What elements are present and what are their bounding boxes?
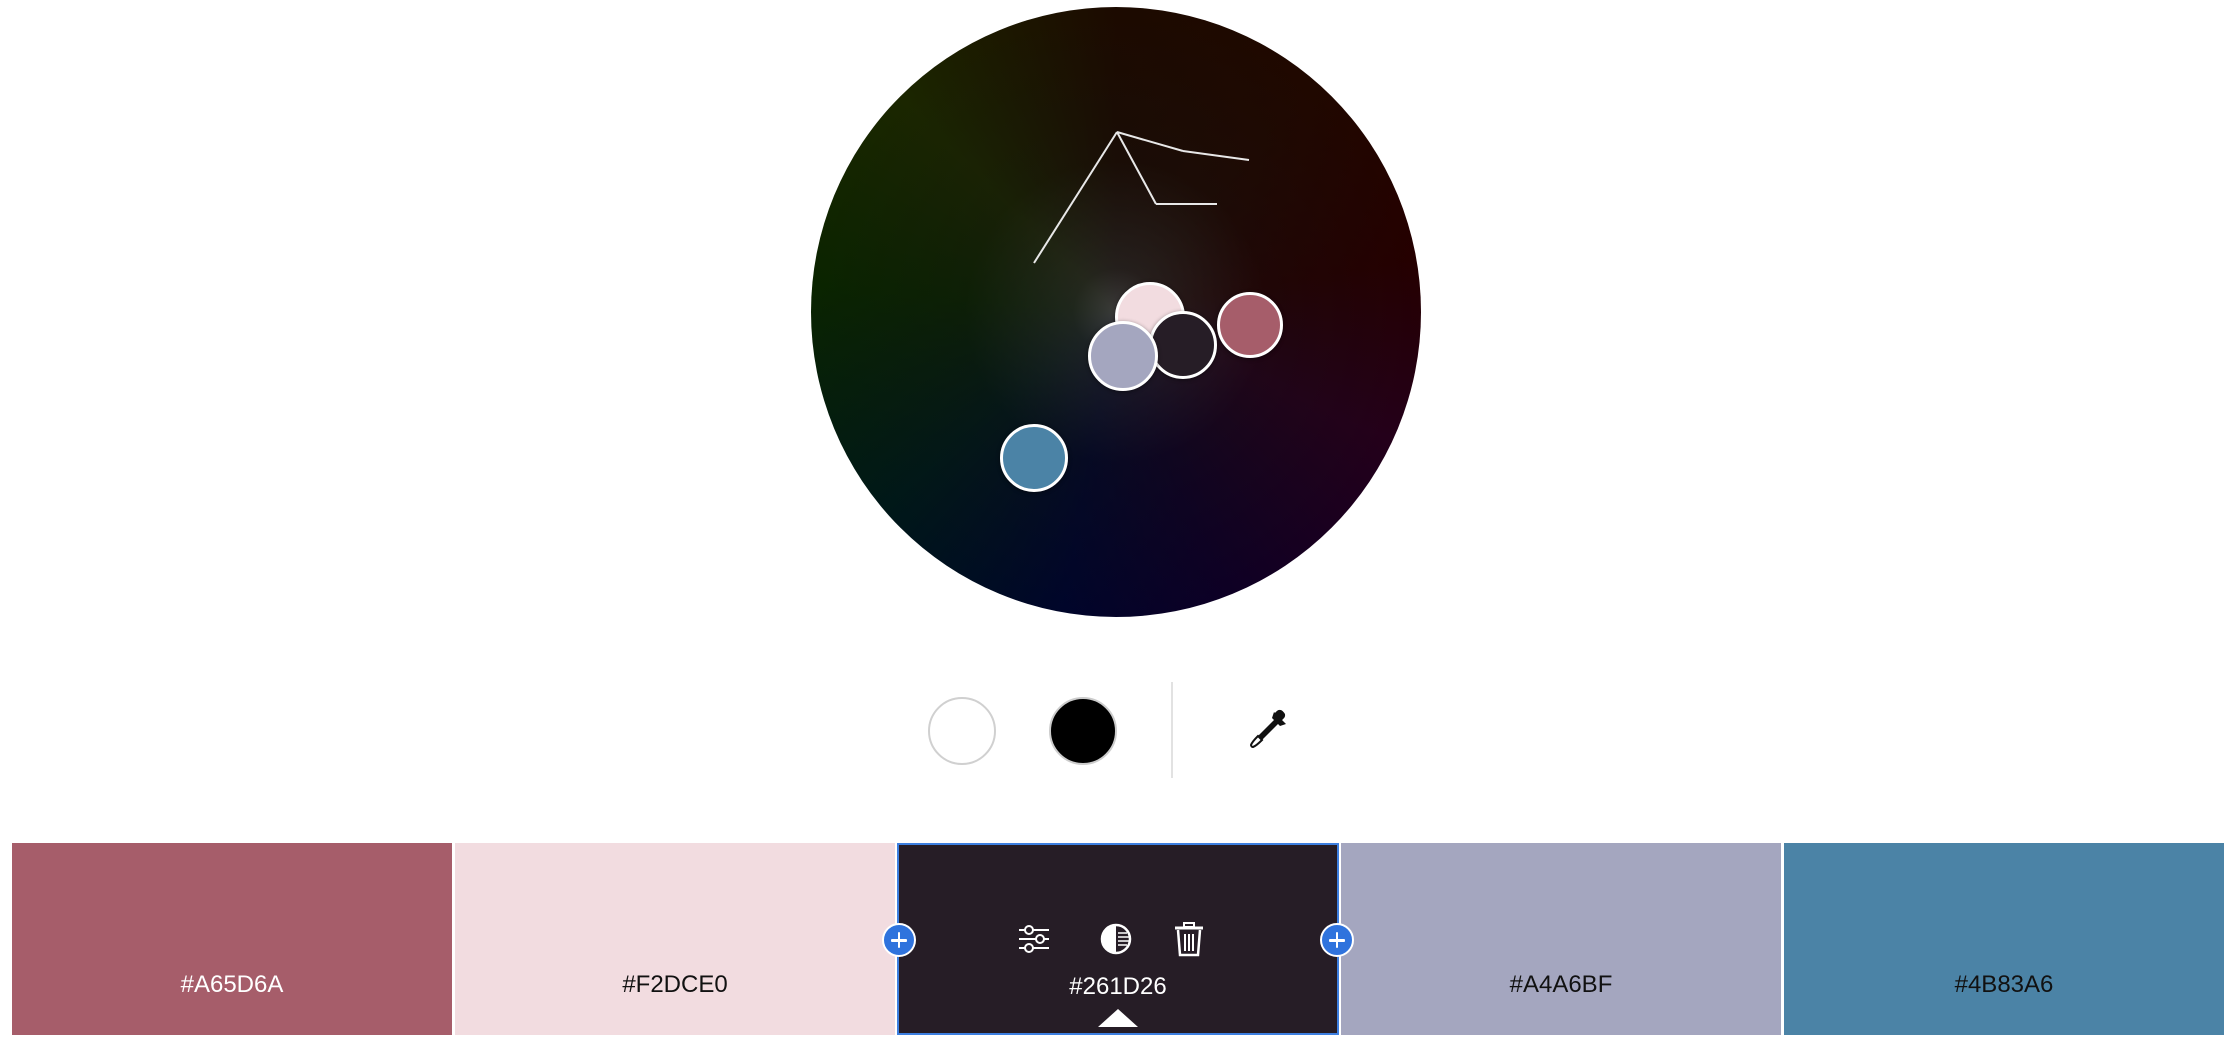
sliders-icon[interactable] [1016,921,1052,957]
swatch-4[interactable]: #A4A6BF [1341,843,1781,1035]
swatch-5[interactable]: #4B83A6 [1784,843,2224,1035]
swatch-tools [899,921,1337,957]
handle-4b83a6[interactable] [1000,424,1068,492]
swatch-hex: #A65D6A [180,971,284,998]
swatch-hex: #4B83A6 [1954,971,2054,998]
palette-swatches: #A65D6A #F2DCE0 #261D26 #A4A6BF #4B83A6 [12,843,2224,1035]
color-wheel-page: #A65D6A #F2DCE0 #261D26 #A4A6BF #4B83A6 [0,0,2232,1044]
white-swatch-button[interactable] [928,697,996,765]
eyedropper-icon[interactable] [1244,706,1292,754]
add-swatch-after-icon[interactable] [1320,923,1354,957]
trash-icon[interactable] [1171,921,1207,957]
color-wheel[interactable] [811,7,1421,617]
handle-261d26[interactable] [1149,311,1217,379]
black-swatch-button[interactable] [1049,697,1117,765]
active-swatch-caret-icon [1098,1009,1138,1027]
swatch-hex: #A4A6BF [1509,971,1613,998]
swatch-hex: #261D26 [1069,973,1167,1000]
add-swatch-before-icon[interactable] [882,923,916,957]
swatch-hex: #F2DCE0 [622,971,728,998]
handle-a4a6bf[interactable] [1088,321,1158,391]
handle-a65d6a[interactable] [1217,292,1283,358]
contrast-icon[interactable] [1098,921,1134,957]
tool-divider [1171,682,1173,778]
swatch-3-active[interactable]: #261D26 [897,843,1339,1035]
swatch-1[interactable]: #A65D6A [12,843,452,1035]
swatch-2[interactable]: #F2DCE0 [455,843,895,1035]
